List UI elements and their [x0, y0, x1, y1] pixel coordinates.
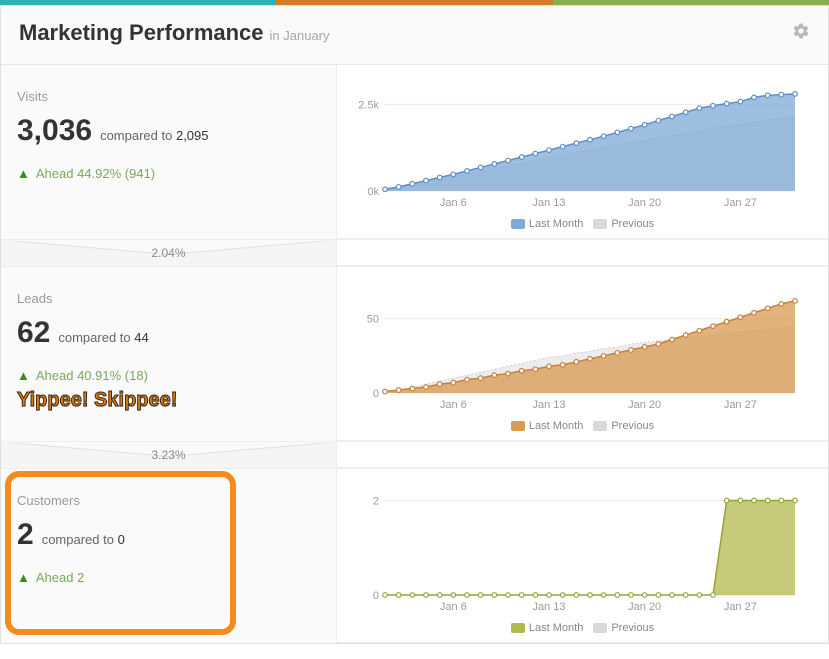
- legend-label-current: Last Month: [529, 218, 583, 230]
- dashboard-panel: Marketing Performance in January Visits …: [0, 5, 829, 644]
- trend-text: Ahead 44.92% (941): [36, 166, 155, 181]
- page-title: Marketing Performance: [19, 20, 264, 46]
- metric-value-line: 62 compared to 44: [17, 316, 320, 350]
- stripe-segment: [0, 0, 276, 5]
- compared-label: compared to: [100, 128, 172, 143]
- funnel-pct: 2.04%: [1, 246, 336, 260]
- panel-header: Marketing Performance in January: [1, 6, 828, 65]
- chart-leads: 0 50 Jan 6 Jan 13 Jan 20 Jan 27 Last Month Prev…: [337, 267, 828, 441]
- row-customers: Customers 2 compared to 0 ▲ Ahead 2 0 2 Ja…: [1, 469, 828, 643]
- svg-text:0k: 0k: [367, 186, 379, 198]
- metric-title: Leads: [17, 291, 320, 306]
- compared-prev: 44: [134, 330, 148, 345]
- legend-label-current: Last Month: [529, 420, 583, 432]
- annotation-text: Yippee! Skippee!: [17, 389, 320, 412]
- metric-value: 62: [17, 316, 50, 350]
- metric-compared: compared to 0: [42, 532, 125, 547]
- svg-text:Jan 20: Jan 20: [628, 197, 661, 209]
- legend-label-previous: Previous: [611, 218, 654, 230]
- metric-compared: compared to 44: [58, 330, 148, 345]
- funnel-pct: 3.23%: [1, 448, 336, 462]
- chart-legend: Last Month Previous: [345, 622, 810, 634]
- svg-text:Jan 6: Jan 6: [440, 399, 467, 411]
- svg-text:Jan 6: Jan 6: [440, 601, 467, 613]
- metric-title: Visits: [17, 89, 320, 104]
- top-accent-stripe: [0, 0, 829, 5]
- chart-visits: 0k 2.5k Jan 6 Jan 13 Jan 20 Jan 27 Last Month P…: [337, 65, 828, 239]
- svg-text:2: 2: [373, 495, 379, 507]
- svg-text:0: 0: [373, 590, 379, 602]
- svg-text:Jan 27: Jan 27: [724, 399, 757, 411]
- chart-legend: Last Month Previous: [345, 420, 810, 432]
- svg-text:0: 0: [373, 388, 379, 400]
- metric-value-line: 2 compared to 0: [17, 518, 320, 552]
- arrow-up-icon: ▲: [17, 368, 30, 383]
- compared-prev: 0: [118, 532, 125, 547]
- metric-card-customers: Customers 2 compared to 0 ▲ Ahead 2: [1, 469, 337, 643]
- funnel-chevron: 2.04%: [1, 240, 337, 266]
- funnel-chevron: 3.23%: [1, 442, 337, 468]
- legend-swatch-current: [511, 421, 525, 431]
- gear-icon[interactable]: [792, 22, 810, 45]
- chart-customers: 0 2 Jan 6 Jan 13 Jan 20 Jan 27 Last Month Previ…: [337, 469, 828, 643]
- legend-swatch-current: [511, 623, 525, 633]
- legend-label-current: Last Month: [529, 622, 583, 634]
- chart-legend: Last Month Previous: [345, 218, 810, 230]
- legend-swatch-previous: [593, 421, 607, 431]
- legend-swatch-current: [511, 219, 525, 229]
- metric-trend: ▲ Ahead 40.91% (18): [17, 368, 320, 383]
- arrow-up-icon: ▲: [17, 570, 30, 585]
- svg-text:Jan 13: Jan 13: [532, 601, 565, 613]
- trend-text: Ahead 40.91% (18): [36, 368, 148, 383]
- metric-value: 3,036: [17, 114, 92, 148]
- funnel-visits-leads: 2.04%: [1, 239, 828, 267]
- funnel-leads-customers: 3.23%: [1, 441, 828, 469]
- svg-text:Jan 27: Jan 27: [724, 197, 757, 209]
- metric-value: 2: [17, 518, 34, 552]
- svg-text:50: 50: [367, 314, 379, 326]
- legend-swatch-previous: [593, 623, 607, 633]
- legend-swatch-previous: [593, 219, 607, 229]
- metric-trend: ▲ Ahead 44.92% (941): [17, 166, 320, 181]
- svg-text:Jan 20: Jan 20: [628, 601, 661, 613]
- compared-label: compared to: [58, 330, 130, 345]
- svg-text:Jan 13: Jan 13: [532, 399, 565, 411]
- metric-trend: ▲ Ahead 2: [17, 570, 320, 585]
- metric-value-line: 3,036 compared to 2,095: [17, 114, 320, 148]
- funnel-spacer: [337, 442, 828, 468]
- metric-title: Customers: [17, 493, 320, 508]
- svg-text:Jan 27: Jan 27: [724, 601, 757, 613]
- header-title-group: Marketing Performance in January: [19, 20, 330, 46]
- trend-text: Ahead 2: [36, 570, 84, 585]
- metric-card-leads: Leads 62 compared to 44 ▲ Ahead 40.91% (…: [1, 267, 337, 441]
- row-leads: Leads 62 compared to 44 ▲ Ahead 40.91% (…: [1, 267, 828, 441]
- row-visits: Visits 3,036 compared to 2,095 ▲ Ahead 4…: [1, 65, 828, 239]
- metric-compared: compared to 2,095: [100, 128, 208, 143]
- svg-text:Jan 6: Jan 6: [440, 197, 467, 209]
- arrow-up-icon: ▲: [17, 166, 30, 181]
- stripe-segment: [276, 0, 552, 5]
- compared-label: compared to: [42, 532, 114, 547]
- page-subtitle: in January: [270, 28, 330, 43]
- legend-label-previous: Previous: [611, 622, 654, 634]
- metric-card-visits: Visits 3,036 compared to 2,095 ▲ Ahead 4…: [1, 65, 337, 239]
- svg-text:Jan 20: Jan 20: [628, 399, 661, 411]
- compared-prev: 2,095: [176, 128, 209, 143]
- legend-label-previous: Previous: [611, 420, 654, 432]
- svg-text:2.5k: 2.5k: [358, 99, 379, 111]
- svg-text:Jan 13: Jan 13: [532, 197, 565, 209]
- funnel-spacer: [337, 240, 828, 266]
- stripe-segment: [553, 0, 829, 5]
